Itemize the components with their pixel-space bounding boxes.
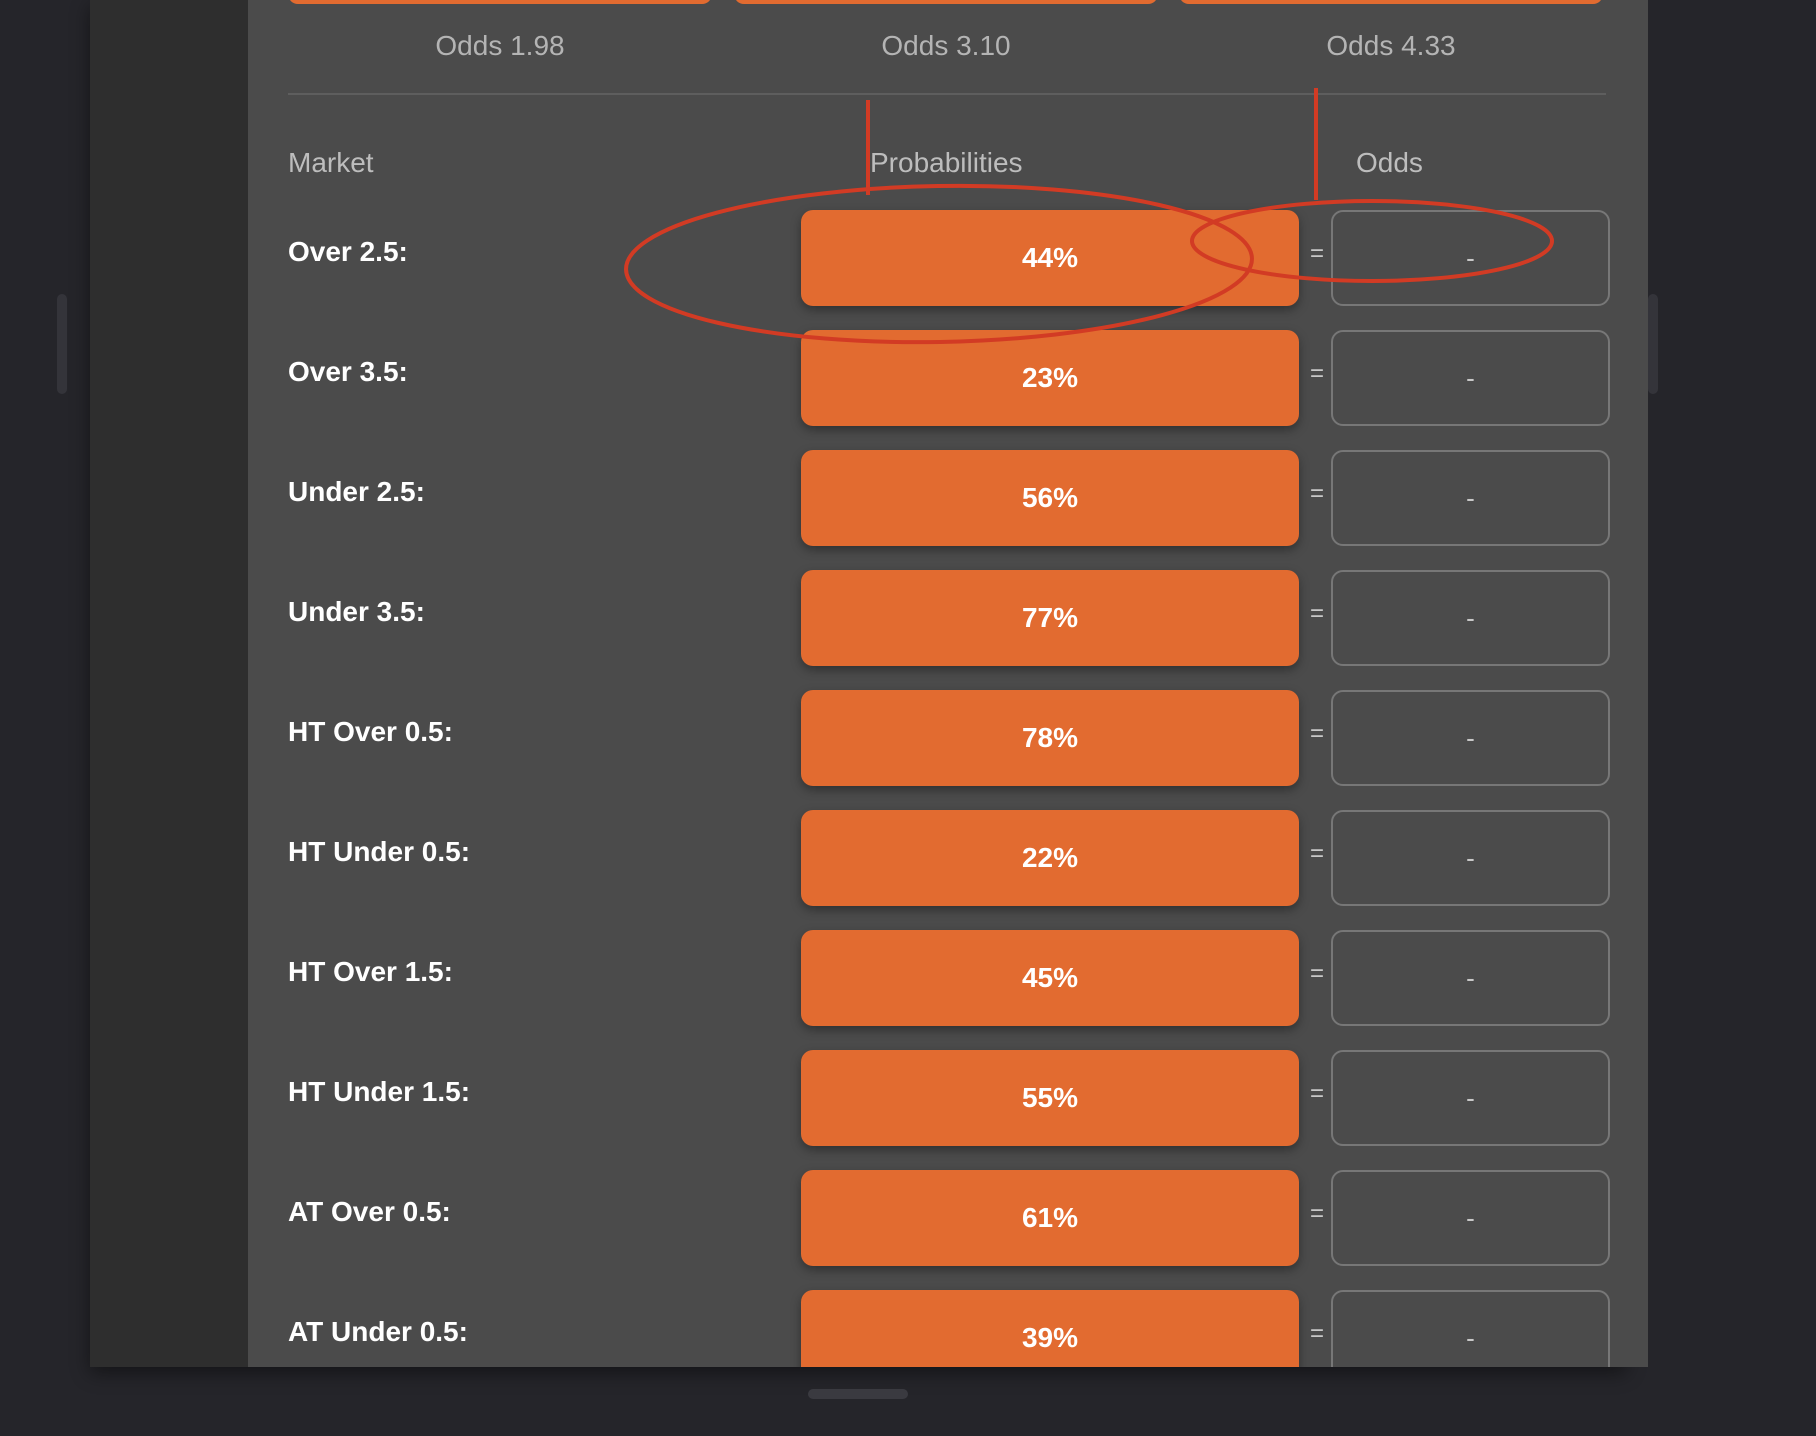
market-label: Over 2.5: bbox=[288, 236, 408, 267]
odds-input[interactable]: - bbox=[1331, 210, 1610, 306]
equals-sign: = bbox=[1309, 600, 1324, 627]
odds-input[interactable]: - bbox=[1331, 690, 1610, 786]
probability-box[interactable]: 44% bbox=[801, 210, 1299, 306]
probability-box[interactable]: 61% bbox=[801, 1170, 1299, 1266]
probability-box[interactable]: 22% bbox=[801, 810, 1299, 906]
probability-box[interactable]: 23% bbox=[801, 330, 1299, 426]
odds-label-1: Odds 1.98 bbox=[435, 30, 565, 61]
equals-sign: = bbox=[1309, 1080, 1324, 1107]
market-label: HT Under 0.5: bbox=[288, 836, 471, 867]
equals-sign: = bbox=[1309, 360, 1324, 387]
probability-box[interactable]: 45% bbox=[801, 930, 1299, 1026]
odds-input[interactable]: - bbox=[1331, 570, 1610, 666]
market-label: Under 2.5: bbox=[288, 476, 425, 507]
market-row: Over 2.5: 44% = - bbox=[248, 210, 1648, 306]
market-row: HT Over 1.5: 45% = - bbox=[248, 930, 1648, 1026]
market-row: HT Under 0.5: 22% = - bbox=[248, 810, 1648, 906]
market-label: HT Over 0.5: bbox=[288, 716, 453, 747]
odds-button-2[interactable] bbox=[734, 0, 1158, 4]
probability-box[interactable]: 78% bbox=[801, 690, 1299, 786]
odds-input[interactable]: - bbox=[1331, 330, 1610, 426]
probability-box[interactable]: 77% bbox=[801, 570, 1299, 666]
equals-sign: = bbox=[1309, 480, 1324, 507]
odds-label-3: Odds 4.33 bbox=[1326, 30, 1456, 61]
app-window: Odds 1.98 Odds 3.10 Odds 4.33 Market Pro… bbox=[90, 0, 1648, 1367]
markets-panel: Odds 1.98 Odds 3.10 Odds 4.33 Market Pro… bbox=[248, 0, 1648, 1367]
odds-input[interactable]: - bbox=[1331, 450, 1610, 546]
market-label: Under 3.5: bbox=[288, 596, 425, 627]
market-label: HT Over 1.5: bbox=[288, 956, 453, 987]
market-row: HT Under 1.5: 55% = - bbox=[248, 1050, 1648, 1146]
odds-input[interactable]: - bbox=[1331, 930, 1610, 1026]
odds-input[interactable]: - bbox=[1331, 1050, 1610, 1146]
home-indicator bbox=[808, 1389, 908, 1399]
market-row: HT Over 0.5: 78% = - bbox=[248, 690, 1648, 786]
equals-sign: = bbox=[1309, 840, 1324, 867]
left-side-handle bbox=[57, 294, 67, 394]
probability-box[interactable]: 56% bbox=[801, 450, 1299, 546]
probabilities-column-header: Probabilities bbox=[870, 147, 1023, 178]
market-row: Under 3.5: 77% = - bbox=[248, 570, 1648, 666]
odds-input[interactable]: - bbox=[1331, 1170, 1610, 1266]
market-label: Over 3.5: bbox=[288, 356, 408, 387]
odds-button-1[interactable] bbox=[288, 0, 712, 4]
section-divider bbox=[288, 93, 1606, 95]
odds-input[interactable]: - bbox=[1331, 1290, 1610, 1367]
odds-button-3[interactable] bbox=[1179, 0, 1603, 4]
market-column-header: Market bbox=[288, 147, 374, 178]
probability-box[interactable]: 55% bbox=[801, 1050, 1299, 1146]
equals-sign: = bbox=[1309, 240, 1324, 267]
market-label: AT Over 0.5: bbox=[288, 1196, 451, 1227]
market-row: Over 3.5: 23% = - bbox=[248, 330, 1648, 426]
market-label: HT Under 1.5: bbox=[288, 1076, 471, 1107]
market-row: AT Under 0.5: 39% = - bbox=[248, 1290, 1648, 1367]
market-row: Under 2.5: 56% = - bbox=[248, 450, 1648, 546]
equals-sign: = bbox=[1309, 960, 1324, 987]
market-row: AT Over 0.5: 61% = - bbox=[248, 1170, 1648, 1266]
equals-sign: = bbox=[1309, 1200, 1324, 1227]
equals-sign: = bbox=[1309, 720, 1324, 747]
odds-input[interactable]: - bbox=[1331, 810, 1610, 906]
probability-box[interactable]: 39% bbox=[801, 1290, 1299, 1367]
right-side-handle bbox=[1648, 294, 1658, 394]
odds-label-2: Odds 3.10 bbox=[881, 30, 1011, 61]
market-label: AT Under 0.5: bbox=[288, 1316, 468, 1347]
odds-column-header: Odds bbox=[1356, 147, 1423, 178]
equals-sign: = bbox=[1309, 1320, 1324, 1347]
